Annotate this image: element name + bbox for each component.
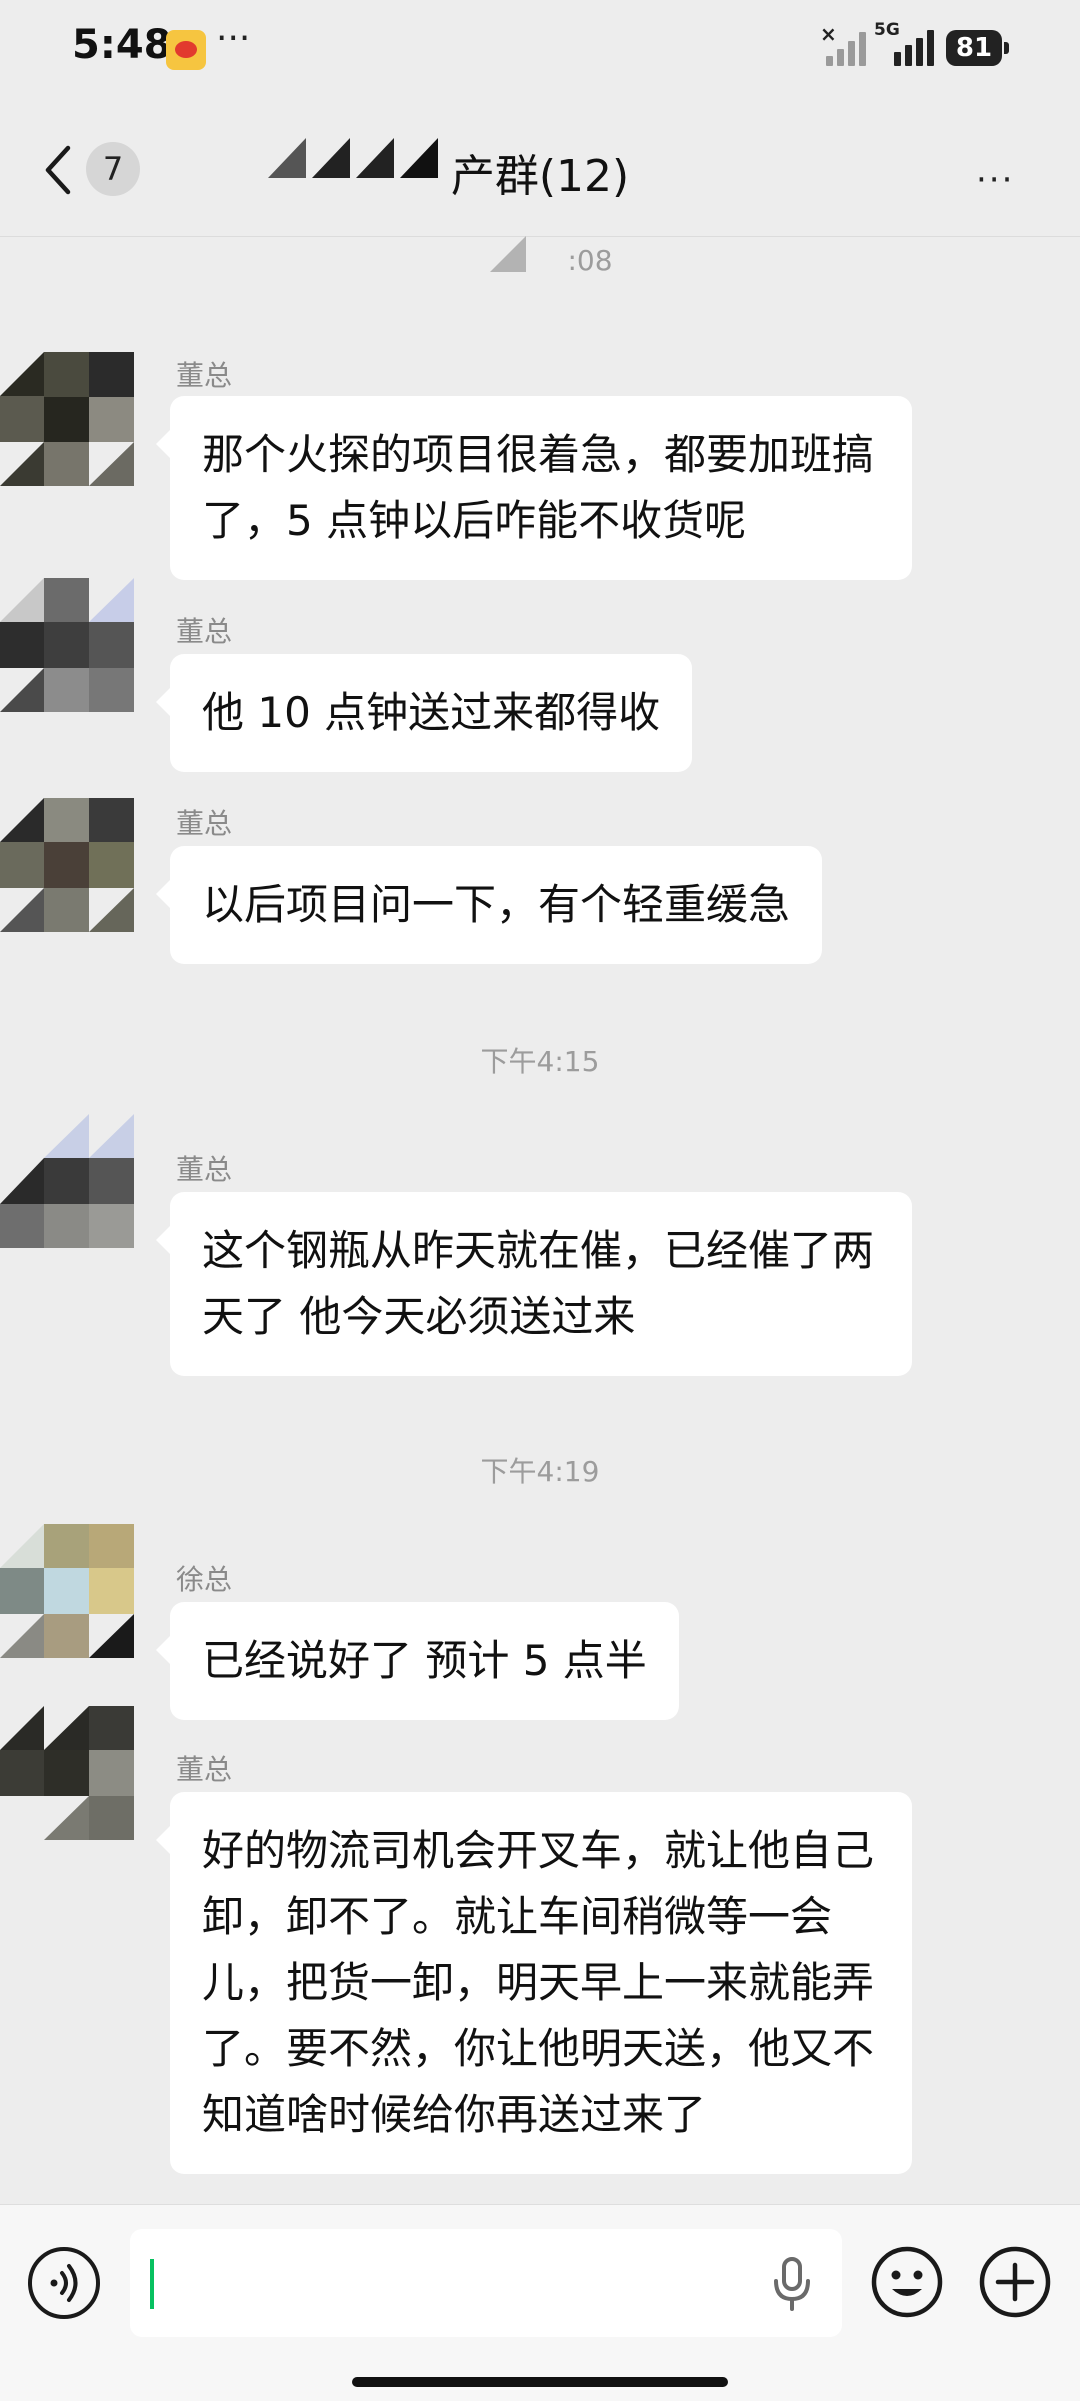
more-notifications-icon: ··· — [216, 18, 251, 59]
text-cursor — [150, 2259, 154, 2309]
status-bar: 5:48 ··· × 5G 81 — [0, 0, 1080, 100]
sender-name: 董总 — [176, 359, 233, 392]
sender-name: 董总 — [176, 1753, 233, 1786]
avatar[interactable] — [0, 798, 134, 932]
message-list[interactable]: :08 董总 那个火探的项目很着急，都要加班搞了，5 点钟以后咋能不收货呢 董总… — [0, 236, 1080, 2204]
avatar[interactable] — [0, 1524, 134, 1658]
emoji-icon[interactable] — [870, 2245, 944, 2319]
avatar[interactable] — [0, 1706, 134, 1840]
input-bar — [0, 2204, 1080, 2401]
voice-icon[interactable] — [28, 2247, 100, 2319]
more-icon[interactable]: ··· — [976, 160, 1014, 200]
signal-5g-icon: 5G — [874, 20, 934, 66]
battery-indicator: 81 — [946, 30, 1002, 66]
timestamp: 下午4:19 — [480, 1455, 600, 1488]
chat-header: 7 产群(12) ··· — [0, 100, 1080, 237]
status-time: 5:48 — [72, 22, 172, 68]
sender-name: 徐总 — [176, 1563, 233, 1596]
avatar[interactable] — [0, 578, 134, 712]
avatar[interactable] — [0, 1114, 134, 1248]
message-bubble[interactable]: 好的物流司机会开叉车，就让他自己卸，卸不了。就让车间稍微等一会儿，把货一卸，明天… — [156, 1792, 912, 2174]
microphone-icon[interactable] — [770, 2257, 814, 2311]
weibo-notification-icon — [166, 30, 206, 70]
message-bubble[interactable]: 那个火探的项目很着急，都要加班搞了，5 点钟以后咋能不收货呢 — [156, 396, 912, 580]
avatar[interactable] — [0, 352, 134, 486]
network-type-label: 5G — [874, 20, 900, 40]
home-indicator[interactable] — [352, 2377, 728, 2387]
message-bubble[interactable]: 已经说好了 预计 5 点半 — [156, 1602, 679, 1720]
sender-name: 董总 — [176, 615, 233, 648]
plus-icon[interactable] — [978, 2245, 1052, 2319]
sender-name: 董总 — [176, 807, 233, 840]
battery-tip — [1004, 42, 1009, 54]
message-bubble[interactable]: 以后项目问一下，有个轻重缓急 — [155, 846, 823, 964]
message-bubble[interactable]: 他 10 点钟送过来都得收 — [155, 654, 693, 772]
message-input[interactable] — [130, 2229, 842, 2337]
timestamp: :08 — [567, 244, 613, 277]
sender-name: 董总 — [176, 1153, 233, 1186]
timestamp: 下午4:15 — [480, 1045, 600, 1078]
chat-title: 产群(12) — [450, 151, 630, 202]
signal-strength-icon: × — [820, 22, 870, 66]
message-bubble[interactable]: 这个钢瓶从昨天就在催，已经催了两天了 他今天必须送过来 — [156, 1192, 912, 1376]
